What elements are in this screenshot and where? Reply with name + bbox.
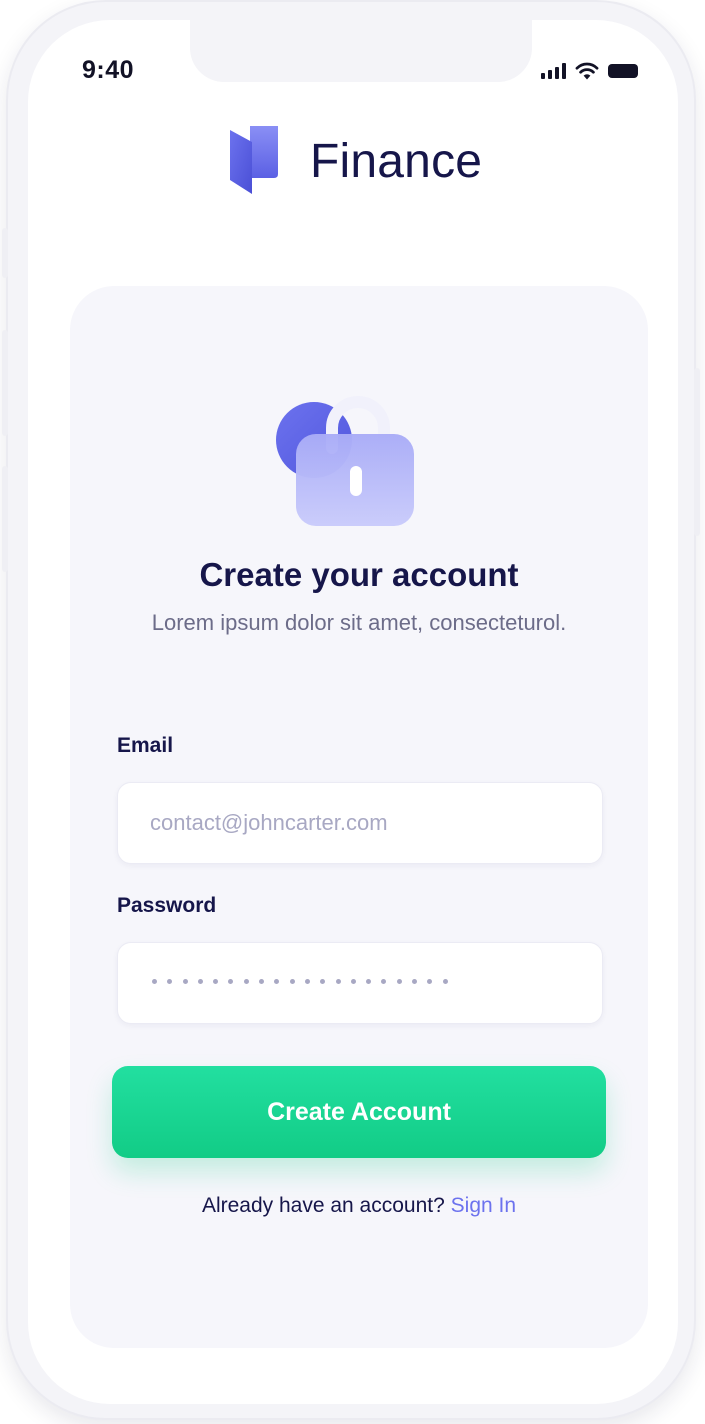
side-button-mute [2, 228, 8, 278]
status-icons [541, 62, 638, 80]
side-button-power [694, 368, 700, 536]
brand-name: Finance [310, 134, 483, 188]
email-label: Email [117, 734, 174, 757]
create-account-button[interactable]: Create Account [112, 1066, 606, 1158]
finance-logo-icon [230, 126, 278, 194]
phone-screen: 9:40 Finance Create your account Lorem i… [28, 20, 678, 1404]
page-subtitle: Lorem ipsum dolor sit amet, consecteturo… [151, 610, 567, 635]
phone-frame: 9:40 Finance Create your account Lorem i… [2, 0, 700, 1420]
signin-prompt: Already have an account? [201, 1194, 445, 1217]
sign-in-link[interactable]: Sign In [451, 1194, 516, 1217]
cellular-signal-icon [541, 63, 566, 79]
side-button-volume-up [2, 330, 8, 436]
notch [190, 20, 532, 82]
page-title: Create your account [199, 556, 519, 593]
side-button-volume-down [2, 466, 8, 572]
status-time: 9:40 [82, 56, 135, 84]
signup-card: Create your account Lorem ipsum dolor si… [70, 286, 648, 1348]
battery-icon [608, 64, 638, 78]
padlock-icon [276, 396, 414, 526]
brand: Finance [228, 126, 482, 196]
signin-prompt-row: Already have an account? Sign In [70, 1194, 648, 1218]
email-field[interactable] [117, 782, 603, 864]
password-label: Password [117, 894, 217, 917]
password-mask [152, 979, 448, 984]
wifi-icon [575, 62, 599, 80]
